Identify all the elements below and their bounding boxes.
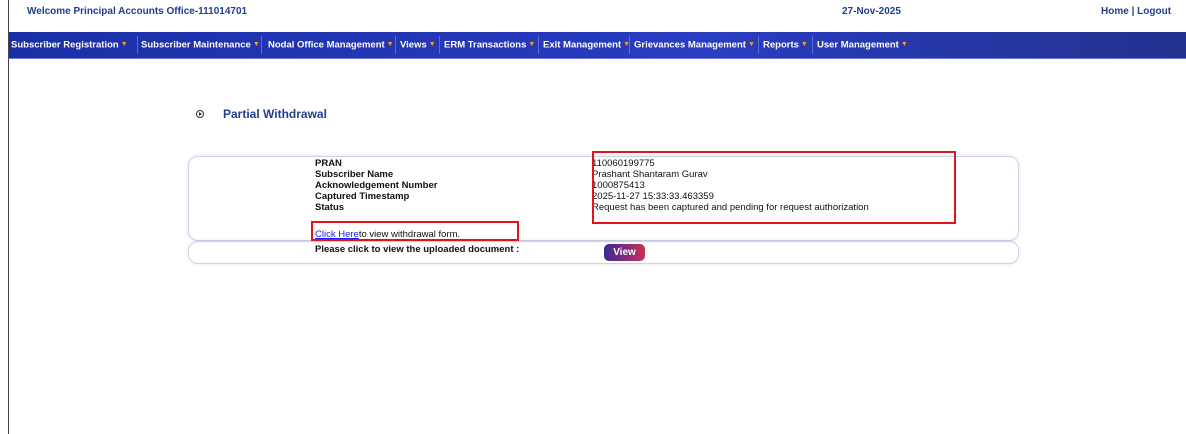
upload-document-label: Please click to view the uploaded docume… xyxy=(315,244,520,255)
main-nav-bar: Subscriber Registration ▼ Subscriber Main… xyxy=(9,32,1186,59)
nav-divider xyxy=(439,36,440,54)
bullet-arrow-icon xyxy=(196,110,204,118)
nav-divider xyxy=(758,36,759,54)
top-links-separator: | xyxy=(1128,6,1138,17)
chevron-down-icon: ▼ xyxy=(528,41,536,48)
page-left-border xyxy=(8,0,9,434)
nav-user-management[interactable]: User Management ▼ xyxy=(817,32,908,58)
nav-label: Views xyxy=(400,39,427,51)
chevron-down-icon: ▼ xyxy=(800,41,808,48)
status-label: Status xyxy=(315,202,345,210)
nav-label: Subscriber Registration xyxy=(11,39,119,51)
nav-label: ERM Transactions xyxy=(444,39,527,51)
pran-label: PRAN xyxy=(315,158,342,169)
nav-divider xyxy=(261,36,262,54)
nav-divider xyxy=(137,36,138,54)
nav-label: Exit Management xyxy=(543,39,622,51)
chevron-down-icon: ▼ xyxy=(900,41,908,48)
nav-divider xyxy=(538,36,539,54)
nav-label: Grievances Management xyxy=(634,39,746,51)
nav-divider xyxy=(812,36,813,54)
nav-views[interactable]: Views ▼ xyxy=(400,32,436,58)
chevron-down-icon: ▼ xyxy=(252,41,260,48)
nav-divider xyxy=(395,36,396,54)
nav-subscriber-registration[interactable]: Subscriber Registration ▼ xyxy=(11,32,128,58)
nav-nodal-office-management[interactable]: Nodal Office Management ▼ xyxy=(268,32,394,58)
chevron-down-icon: ▼ xyxy=(428,41,436,48)
welcome-text: Welcome Principal Accounts Office-111014… xyxy=(27,6,248,17)
nav-label: Subscriber Maintenance xyxy=(141,39,251,51)
nav-label: User Management xyxy=(817,39,899,51)
nav-label: Reports xyxy=(763,39,799,51)
page-title: Partial Withdrawal xyxy=(223,107,327,121)
nav-subscriber-maintenance[interactable]: Subscriber Maintenance ▼ xyxy=(141,32,260,58)
nav-reports[interactable]: Reports ▼ xyxy=(763,32,808,58)
nav-exit-management[interactable]: Exit Management ▼ xyxy=(543,32,630,58)
nav-grievances-management[interactable]: Grievances Management ▼ xyxy=(634,32,755,58)
home-link[interactable]: Home xyxy=(1101,6,1129,17)
view-document-button[interactable]: View xyxy=(604,244,645,261)
subscriber-name-label: Subscriber Name xyxy=(315,169,394,180)
chevron-down-icon: ▼ xyxy=(120,41,128,48)
captured-timestamp-label: Captured Timestamp xyxy=(315,191,410,202)
nav-divider xyxy=(629,36,630,54)
acknowledgement-number-label: Acknowledgement Number xyxy=(315,180,438,191)
top-links: Home | Logout xyxy=(1101,6,1171,17)
logout-link[interactable]: Logout xyxy=(1137,6,1171,17)
current-date: 27-Nov-2025 xyxy=(842,6,901,17)
nav-erm-transactions[interactable]: ERM Transactions ▼ xyxy=(444,32,535,58)
nav-label: Nodal Office Management xyxy=(268,39,385,51)
chevron-down-icon: ▼ xyxy=(386,41,394,48)
values-highlight-box xyxy=(592,151,956,224)
link-highlight-box xyxy=(311,221,519,241)
chevron-down-icon: ▼ xyxy=(747,41,755,48)
